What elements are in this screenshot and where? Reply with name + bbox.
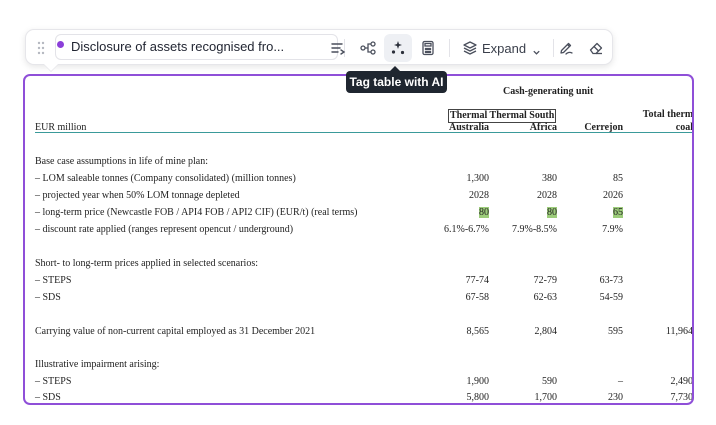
- cell-value: 8,565: [466, 326, 490, 337]
- cell-value: 11,964: [665, 326, 693, 337]
- cell-value: 7.9%-8.5%: [512, 224, 557, 235]
- row-label: – STEPS: [35, 376, 72, 387]
- cell-value: 2028: [537, 190, 557, 201]
- row-label: – discount rate applied (ranges represen…: [35, 224, 294, 235]
- cell-value: 2028: [469, 190, 489, 201]
- row-label: – SDS: [35, 392, 61, 403]
- cell-value: 590: [542, 376, 557, 387]
- cell-value: 72-79: [533, 275, 557, 286]
- row-label: Carrying value of non-current capital em…: [35, 326, 316, 337]
- cell-value: 7,730: [670, 392, 693, 403]
- cell-value: 67-58: [465, 292, 489, 303]
- cell-value: 63-73: [599, 275, 623, 286]
- section-heading: Illustrative impairment arising:: [35, 359, 160, 370]
- section-heading: Base case assumptions in life of mine pl…: [35, 156, 209, 167]
- tag-table-ai-button[interactable]: [384, 34, 412, 62]
- selected-table-frame[interactable]: Cash-generating unit Thermal Thermal Sou…: [23, 74, 694, 405]
- row-label: – long-term price (Newcastle FOB / API4 …: [35, 207, 358, 218]
- expand-label: Expand: [482, 41, 527, 56]
- cell-value: –: [618, 376, 623, 387]
- cell-value: 7.9%: [602, 224, 623, 235]
- drag-handle-icon[interactable]: [37, 41, 45, 55]
- column-header-line1: Thermal South: [489, 110, 555, 121]
- tooltip: Tag table with AI: [346, 66, 447, 93]
- chevron-down-icon: [532, 44, 541, 62]
- cell-value-highlighted: 65: [613, 207, 623, 218]
- cell-value: 1,900: [466, 376, 490, 387]
- cell-value: 5,800: [466, 392, 490, 403]
- divider: [449, 39, 450, 57]
- cell-value: 2,804: [534, 326, 558, 337]
- row-label: – STEPS: [35, 275, 72, 286]
- cell-value: 380: [542, 173, 557, 184]
- cell-value: 62-63: [533, 292, 557, 303]
- cell-value: 2026: [603, 190, 623, 201]
- cell-value: 230: [608, 392, 623, 403]
- layers-icon: [462, 40, 478, 61]
- column-header-line1: Thermal: [450, 110, 488, 121]
- floating-toolbar: Disclosure of assets recognised fro... E…: [25, 29, 613, 65]
- cell-value: 85: [613, 173, 623, 184]
- status-dot-icon: [57, 41, 64, 48]
- wrap-text-button[interactable]: [324, 34, 352, 62]
- row-label: – projected year when 50% LOM tonnage de…: [35, 190, 240, 201]
- cell-value: 595: [608, 326, 623, 337]
- header-rule: [35, 132, 692, 133]
- cell-value-highlighted: 80: [479, 207, 489, 218]
- expand-button[interactable]: Expand: [460, 34, 546, 62]
- eraser-button[interactable]: [582, 34, 610, 62]
- cell-value: 54-59: [599, 292, 623, 303]
- cell-value: 77-74: [465, 275, 489, 286]
- row-label: – SDS: [35, 292, 61, 303]
- calculator-button[interactable]: [414, 34, 442, 62]
- cell-value: 6.1%-6.7%: [444, 224, 489, 235]
- group-header: Cash-generating unit: [503, 86, 594, 97]
- cell-value: 2,490: [670, 376, 693, 387]
- column-header-boxed: Thermal Thermal South: [448, 109, 557, 123]
- section-heading: Short- to long-term prices applied in se…: [35, 258, 258, 269]
- column-header-line1: Total thermal: [642, 109, 694, 120]
- row-label: – LOM saleable tonnes (Company consolida…: [35, 173, 296, 184]
- edit-button[interactable]: [552, 34, 580, 62]
- cell-value: 1,300: [466, 173, 490, 184]
- cell-value: 1,700: [534, 392, 558, 403]
- hierarchy-button[interactable]: [354, 34, 382, 62]
- toolbar-pointer: [44, 64, 58, 71]
- table-title[interactable]: Disclosure of assets recognised fro...: [71, 37, 303, 57]
- table-image: Cash-generating unit Thermal Thermal Sou…: [25, 76, 692, 403]
- cell-value-highlighted: 80: [547, 207, 557, 218]
